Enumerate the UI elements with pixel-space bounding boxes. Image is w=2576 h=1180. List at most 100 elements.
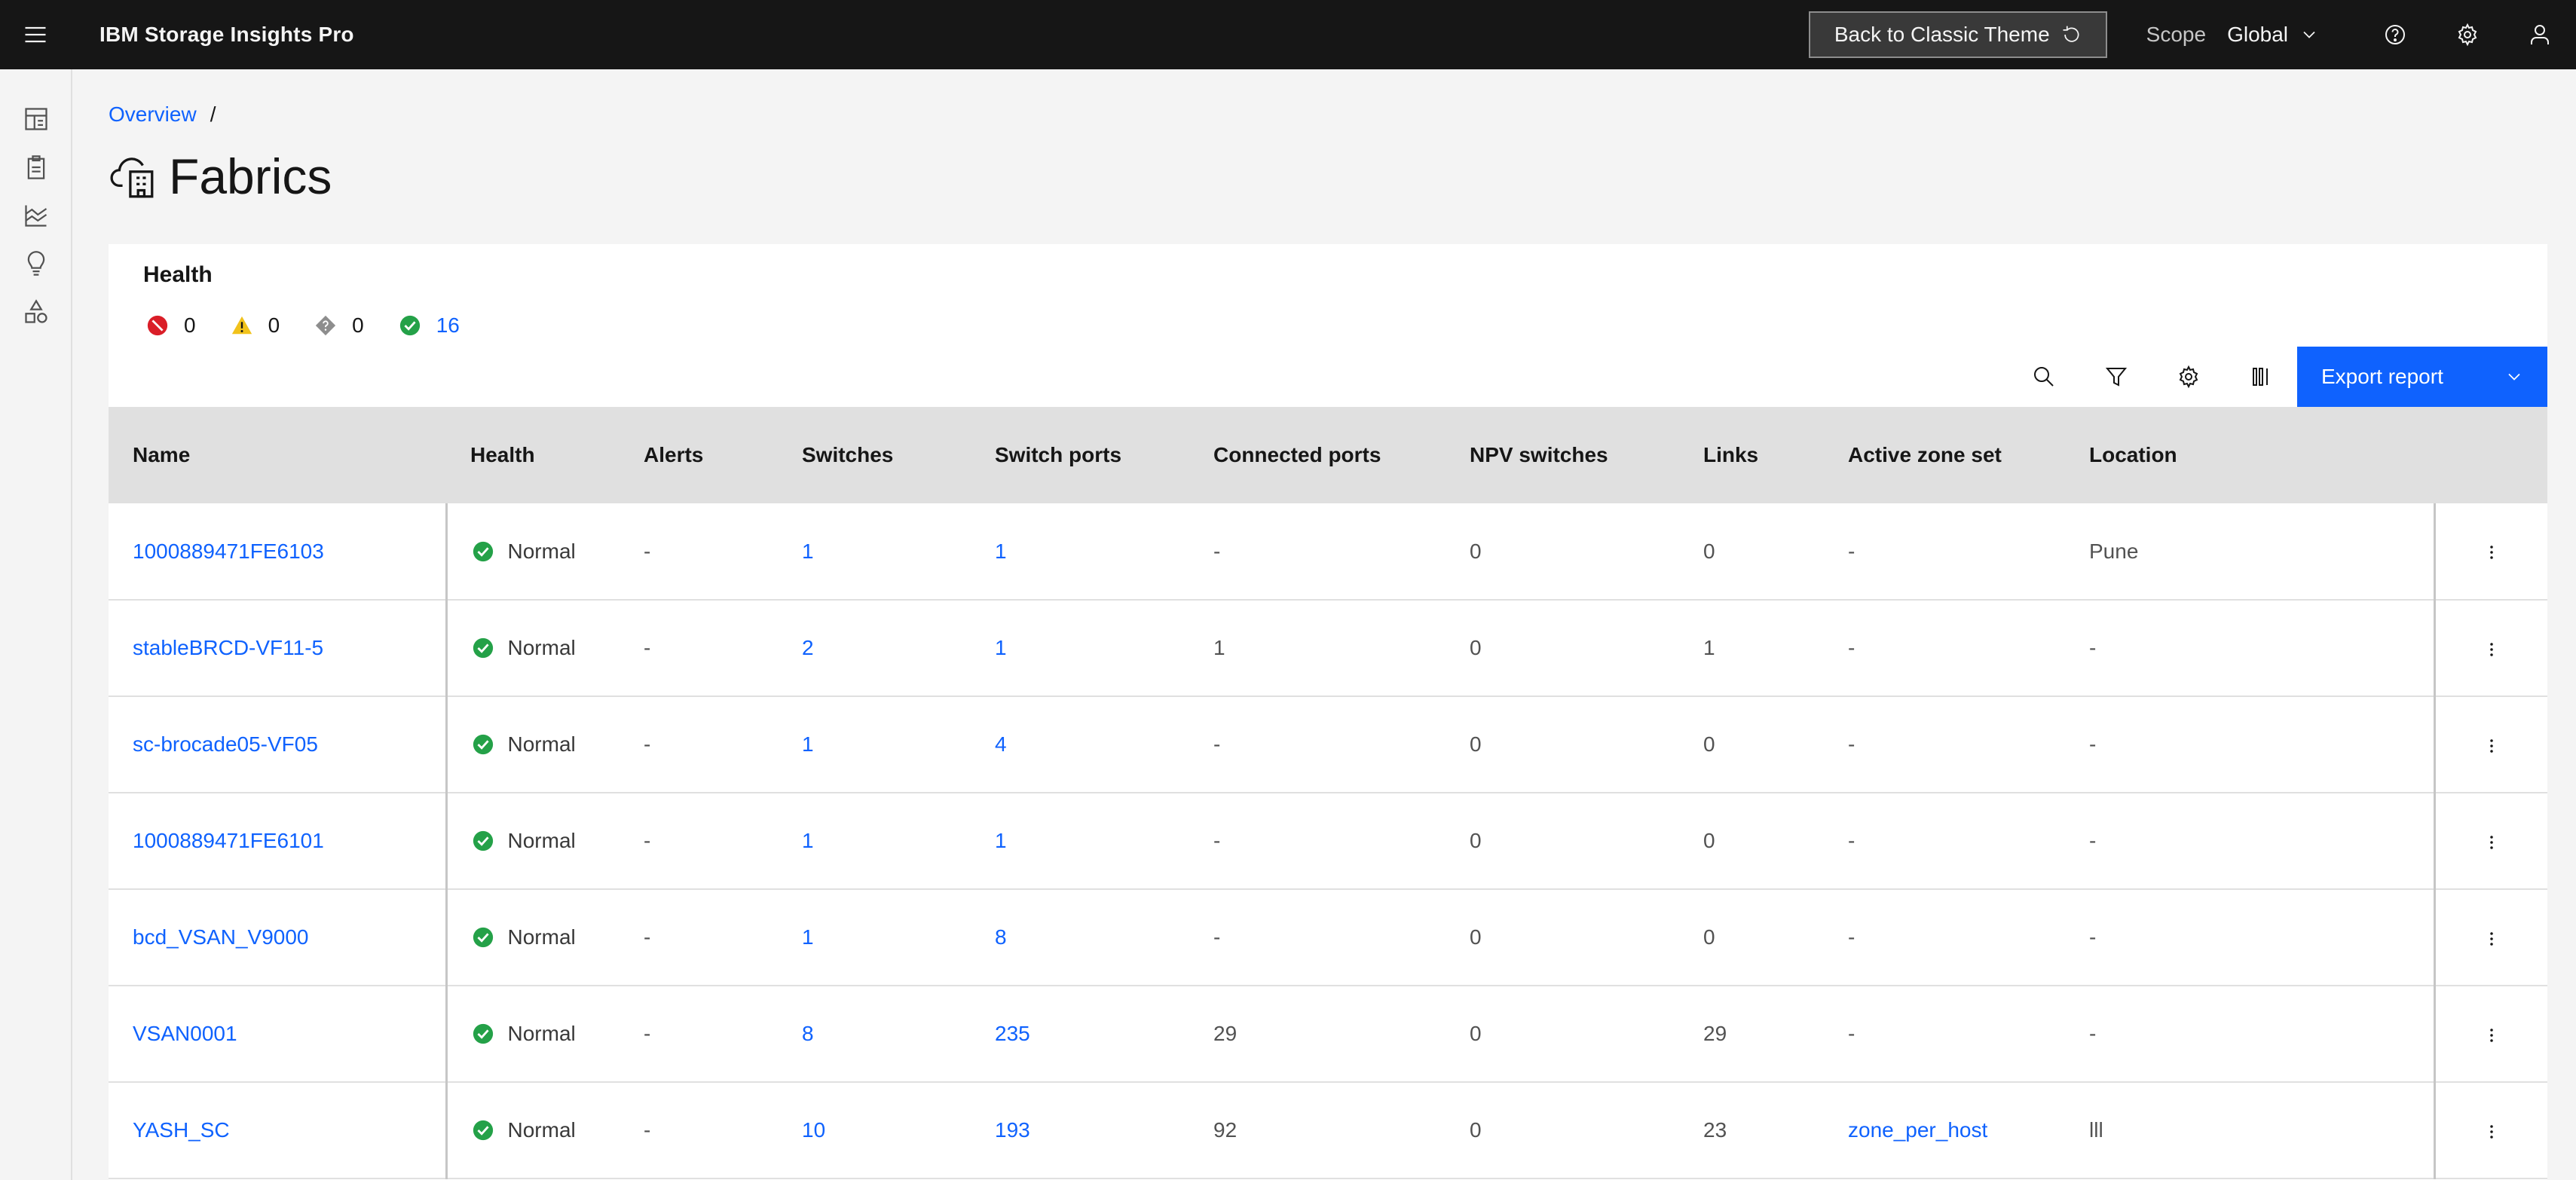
clipboard-icon[interactable] [23,154,50,181]
settings-icon[interactable] [2152,347,2225,407]
col-header-npv-switches[interactable]: NPV switches [1446,407,1679,503]
overflow-menu-icon[interactable] [2481,639,2502,660]
user-icon[interactable] [2504,0,2576,69]
cell-switches[interactable]: 1 [778,696,971,793]
warning-count: 0 [268,313,280,337]
cell-actions[interactable] [2434,1082,2547,1178]
cell-actions[interactable] [2434,889,2547,986]
col-header-health[interactable]: Health [446,407,620,503]
settings-icon[interactable] [2431,0,2504,69]
warning-icon [231,316,252,335]
cell-location: Pune [2065,503,2436,600]
cell-switches[interactable]: 10 [778,1082,971,1178]
cell-name[interactable]: sc-brocade05-VF05 [109,696,448,793]
cell-switches[interactable]: 1 [778,503,971,600]
col-header-switches[interactable]: Switches [778,407,971,503]
table-row[interactable]: stableBRCD-VF11-5 Normal -2 1 1 0 1- - [109,600,2547,696]
cell-switch-ports[interactable]: 1 [971,503,1189,600]
cell-actions[interactable] [2434,696,2547,793]
cell-active-zone-set[interactable]: zone_per_host [1824,1082,2065,1178]
help-icon[interactable] [2359,0,2431,69]
cell-switches[interactable]: 1 [778,889,971,986]
cell-active-zone-set: - [1848,925,1856,949]
cell-health: Normal [446,986,620,1082]
error-count: 0 [184,313,196,337]
back-to-classic-button[interactable]: Back to Classic Theme [1808,11,2107,58]
checkmark-icon [473,1120,493,1141]
cell-name[interactable]: 1000889471FE6103 [109,503,448,600]
checkmark-icon [473,830,493,851]
col-header-alerts[interactable]: Alerts [620,407,778,503]
table-row[interactable]: 1000889471FE6101 Normal - 1 1 - 0 0 - - [109,793,2547,889]
col-header-name[interactable]: Name [109,407,446,503]
health-error[interactable]: 0 [146,313,196,338]
cell-npv-switches: 0 [1470,636,1482,659]
shapes-icon[interactable] [23,298,50,326]
cell-health: Normal [446,696,620,793]
scope-label: Scope [2146,23,2207,46]
export-report-button[interactable]: Export report [2297,347,2547,407]
cell-switches[interactable]: 2 [778,600,971,696]
cell-location: - [2065,986,2436,1082]
search-icon[interactable] [2008,347,2080,407]
chevron-down-icon[interactable] [2504,366,2525,387]
health-status-label: Normal [507,925,576,949]
cell-switches[interactable]: 1 [778,793,971,889]
overflow-menu-icon[interactable] [2481,542,2502,563]
cell-switches[interactable]: 8 [778,986,971,1082]
filter-icon[interactable] [2080,347,2152,407]
overflow-menu-icon[interactable] [2481,832,2502,853]
table-row[interactable]: YASH_SC Normal - 10 193 92 0 23 zone_per_host lll [109,1082,2547,1178]
lightbulb-icon[interactable] [23,250,50,277]
area-chart-icon[interactable] [23,202,50,229]
unknown-icon [316,315,336,336]
cell-name[interactable]: stableBRCD-VF11-5 [109,600,448,696]
fabrics-table: Name Health Alerts Switches Switch ports… [109,407,2547,1179]
cell-switch-ports[interactable]: 1 [971,793,1189,889]
col-header-links[interactable]: Links [1679,407,1824,503]
menu-icon[interactable] [0,0,71,69]
reset-icon [2063,26,2079,42]
table-row[interactable]: bcd_VSAN_V9000 Normal -1 8-0 0- - [109,889,2547,986]
col-header-connected-ports[interactable]: Connected ports [1189,407,1446,503]
table-row[interactable]: 1000889471FE6103 Normal -1 1-0 0- Pune [109,503,2547,600]
cell-actions[interactable] [2434,986,2547,1082]
app-title[interactable]: IBM Storage Insights Pro [99,23,354,47]
cell-health: Normal [446,889,620,986]
cell-connected-ports: 92 [1213,1118,1238,1142]
cell-switch-ports[interactable]: 235 [971,986,1189,1082]
col-header-active-zone-set[interactable]: Active zone set [1824,407,2065,503]
cell-connected-ports: - [1213,829,1221,852]
cell-name[interactable]: VSAN0001 [109,986,448,1082]
cell-switch-ports[interactable]: 193 [971,1082,1189,1178]
overflow-menu-icon[interactable] [2481,735,2502,757]
breadcrumb-overview-link[interactable]: Overview [109,102,197,127]
normal-count[interactable]: 16 [436,313,460,338]
col-header-location[interactable]: Location [2065,407,2434,503]
overflow-menu-icon[interactable] [2481,928,2502,949]
table-row[interactable]: sc-brocade05-VF05 Normal -1 4-0 0- - [109,696,2547,793]
cell-health: Normal [446,503,620,600]
cell-switch-ports[interactable]: 1 [971,600,1189,696]
cell-switch-ports[interactable]: 8 [971,889,1189,986]
cell-name[interactable]: YASH_SC [109,1082,448,1178]
cell-actions[interactable] [2434,600,2547,696]
dashboard-icon[interactable] [23,105,50,133]
overflow-menu-icon[interactable] [2481,1025,2502,1046]
cell-name[interactable]: 1000889471FE6101 [109,793,448,889]
health-warning[interactable]: 0 [231,313,280,338]
scope-dropdown[interactable]: Global [2227,23,2320,47]
columns-icon[interactable] [2225,347,2297,407]
cell-actions[interactable] [2434,793,2547,889]
cell-switch-ports[interactable]: 4 [971,696,1189,793]
cell-actions[interactable] [2434,503,2547,600]
table-row[interactable]: VSAN0001 Normal - 8 235 29 0 29 - - [109,986,2547,1082]
cell-npv-switches: 0 [1470,539,1482,563]
col-header-switch-ports[interactable]: Switch ports [971,407,1189,503]
error-icon [147,315,168,336]
unknown-count: 0 [352,313,364,337]
health-normal[interactable]: 16 [399,313,460,338]
overflow-menu-icon[interactable] [2481,1121,2502,1142]
cell-name[interactable]: bcd_VSAN_V9000 [109,889,448,986]
health-unknown[interactable]: 0 [314,313,364,338]
